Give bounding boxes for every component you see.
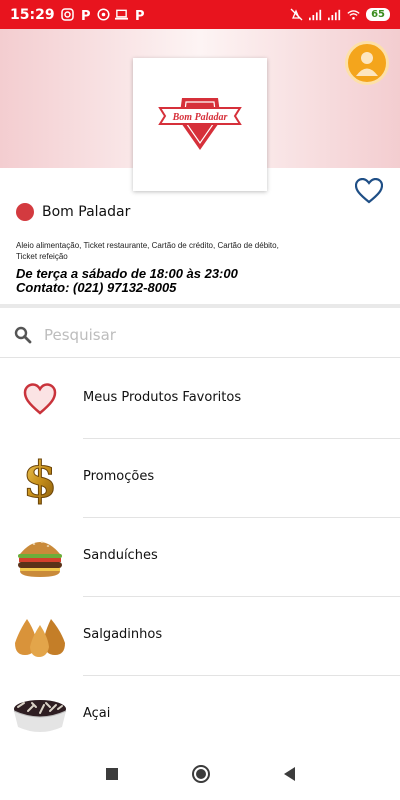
- mute-icon: [290, 8, 303, 21]
- favorite-store-button[interactable]: [354, 177, 384, 204]
- category-label: Sanduíches: [83, 548, 158, 563]
- search-input[interactable]: [44, 325, 344, 344]
- status-time: 15:29: [10, 6, 55, 23]
- signal-icon: [328, 8, 341, 21]
- burger-icon: [12, 529, 68, 585]
- dollar-icon: $: [12, 450, 68, 506]
- recents-button[interactable]: [105, 768, 118, 780]
- category-sandwiches[interactable]: Sanduíches: [0, 518, 400, 597]
- wifi-icon: [347, 8, 360, 21]
- back-button[interactable]: [283, 767, 295, 781]
- store-logo: Bom Paladar: [133, 58, 267, 191]
- search-icon: [14, 326, 32, 343]
- coxinha-icon: [12, 608, 68, 664]
- heart-icon: [12, 371, 68, 427]
- svg-text:P: P: [81, 9, 91, 21]
- store-name: Bom Paladar: [42, 204, 131, 220]
- instagram-icon: [60, 8, 74, 21]
- category-snacks[interactable]: Salgadinhos: [0, 597, 400, 676]
- system-nav-bar: [0, 748, 400, 800]
- contact-phone: Contato: (021) 97132-8005: [16, 280, 177, 295]
- whatsapp-icon: [97, 8, 110, 21]
- section-divider: [0, 304, 400, 308]
- category-label: Açai: [83, 706, 111, 721]
- heart-outline-icon: [354, 177, 384, 204]
- category-label: Meus Produtos Favoritos: [83, 390, 242, 405]
- svg-text:P: P: [135, 9, 145, 21]
- acai-bowl-icon: [12, 687, 68, 743]
- home-button[interactable]: [191, 765, 210, 783]
- notification-icons: P P: [60, 8, 146, 21]
- logo-text: Bom Paladar: [172, 112, 228, 123]
- category-label: Salgadinhos: [83, 627, 163, 642]
- store-status-dot: [16, 203, 34, 221]
- system-icons: 65: [290, 8, 390, 21]
- p-app-icon: P: [79, 8, 92, 21]
- category-favorites[interactable]: Meus Produtos Favoritos: [0, 360, 400, 439]
- laptop-icon: [114, 8, 128, 21]
- payment-methods: Aleio alimentação, Ticket restaurante, C…: [16, 241, 279, 261]
- battery-indicator: 65: [366, 8, 390, 21]
- search-bar[interactable]: [0, 312, 400, 358]
- category-label: Promoções: [83, 469, 155, 484]
- signal-icon: [309, 8, 322, 21]
- status-bar: 15:29 P P 65: [0, 0, 400, 29]
- store-info-row: Bom Paladar: [16, 203, 130, 221]
- bom-paladar-logo: Bom Paladar: [158, 97, 242, 150]
- p-app-icon: P: [133, 8, 146, 21]
- user-icon: [356, 52, 378, 76]
- svg-text:$: $: [23, 451, 58, 505]
- category-acai[interactable]: Açai: [0, 676, 400, 755]
- category-promotions[interactable]: $ Promoções: [0, 439, 400, 518]
- profile-avatar-button[interactable]: [345, 41, 389, 85]
- opening-hours: De terça a sábado de 18:00 às 23:00: [16, 266, 238, 281]
